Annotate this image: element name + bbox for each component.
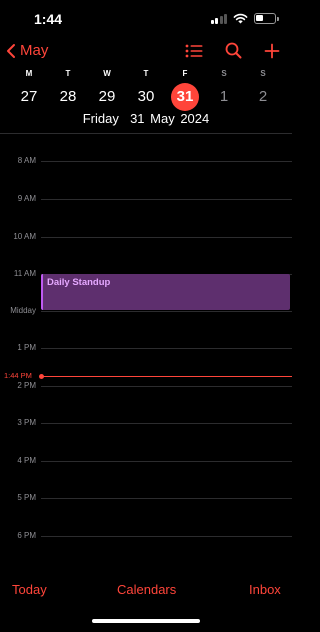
hour-line [41,386,292,387]
calendars-button[interactable]: Calendars [117,582,176,597]
calendar-event[interactable]: Daily Standup [41,274,290,310]
weekday-letter: W [103,69,111,78]
bottom-toolbar: Today Calendars Inbox [0,578,292,602]
wifi-icon [233,13,248,24]
home-indicator[interactable] [92,619,200,623]
day-cell[interactable]: 30 [131,83,161,111]
hour-row: 8 AM [0,156,292,165]
hour-row: Midday [0,306,292,315]
hour-line [41,536,292,537]
search-icon[interactable] [225,42,242,59]
hour-label: 5 PM [17,493,36,502]
hour-label: 1 PM [17,343,36,352]
hour-line [41,498,292,499]
hour-line [41,423,292,424]
hour-line [41,161,292,162]
battery-icon [254,13,279,24]
day-timeline[interactable]: 8 AM 9 AM 10 AM 11 AM Midday 1 PM 2 PM 3… [0,134,292,566]
hour-label: 3 PM [17,418,36,427]
hour-row: 5 PM [0,493,292,502]
hour-label: 9 AM [17,194,36,203]
day-cell[interactable]: 2 [248,83,278,111]
weekday-letter: M [25,69,33,78]
weekday-letter: T [65,69,71,78]
event-title: Daily Standup [47,277,111,288]
hour-line [41,311,292,312]
hour-row: 1 PM [0,343,292,352]
hour-label: 10 AM [13,232,36,241]
day-cell[interactable]: 27 [14,83,44,111]
hour-row: 3 PM [0,418,292,427]
back-to-month-button[interactable]: May [6,42,48,59]
inbox-button[interactable]: Inbox [249,582,281,597]
weekday-letter: S [221,69,227,78]
hour-row: 4 PM [0,456,292,465]
selected-date-label: Friday 31 May 2024 [82,111,210,126]
hour-row: 2 PM [0,381,292,390]
chevron-left-icon [7,43,15,58]
week-day-strip: 27 28 29 30 31 1 2 [0,83,292,111]
current-time-label: 1:44 PM [4,371,32,380]
list-icon[interactable] [185,44,203,58]
hour-label: 11 AM [13,269,36,278]
day-cell[interactable]: 29 [92,83,122,111]
hour-row: 6 PM [0,531,292,540]
add-icon[interactable] [264,43,280,59]
status-time: 1:44 [34,11,63,27]
weekday-letters: M T W T F S S [0,69,292,81]
status-bar: 1:44 [0,0,292,40]
hour-row: 9 AM [0,194,292,203]
nav-actions [185,42,280,59]
hour-row: 10 AM [0,232,292,241]
hour-label: 4 PM [17,456,36,465]
back-label: May [20,42,49,59]
weekday-letter: F [182,69,188,78]
day-cell-selected[interactable]: 31 [171,83,199,111]
nav-bar: May [0,40,292,66]
current-time-indicator: 1:44 PM [0,371,292,380]
hour-line [41,199,292,200]
day-cell[interactable]: 1 [209,83,239,111]
hour-line [41,461,292,462]
cellular-signal-icon [210,13,227,24]
day-cell[interactable]: 28 [53,83,83,111]
weekday-letter: S [260,69,266,78]
hour-label: 6 PM [17,531,36,540]
hour-label: 8 AM [17,156,36,165]
status-icons [210,13,279,24]
hour-line [41,348,292,349]
weekday-letter: T [143,69,149,78]
current-time-line [41,376,292,377]
hour-label: 2 PM [17,381,36,390]
hour-label: Midday [10,306,36,315]
hour-line [41,237,292,238]
today-button[interactable]: Today [12,582,47,597]
